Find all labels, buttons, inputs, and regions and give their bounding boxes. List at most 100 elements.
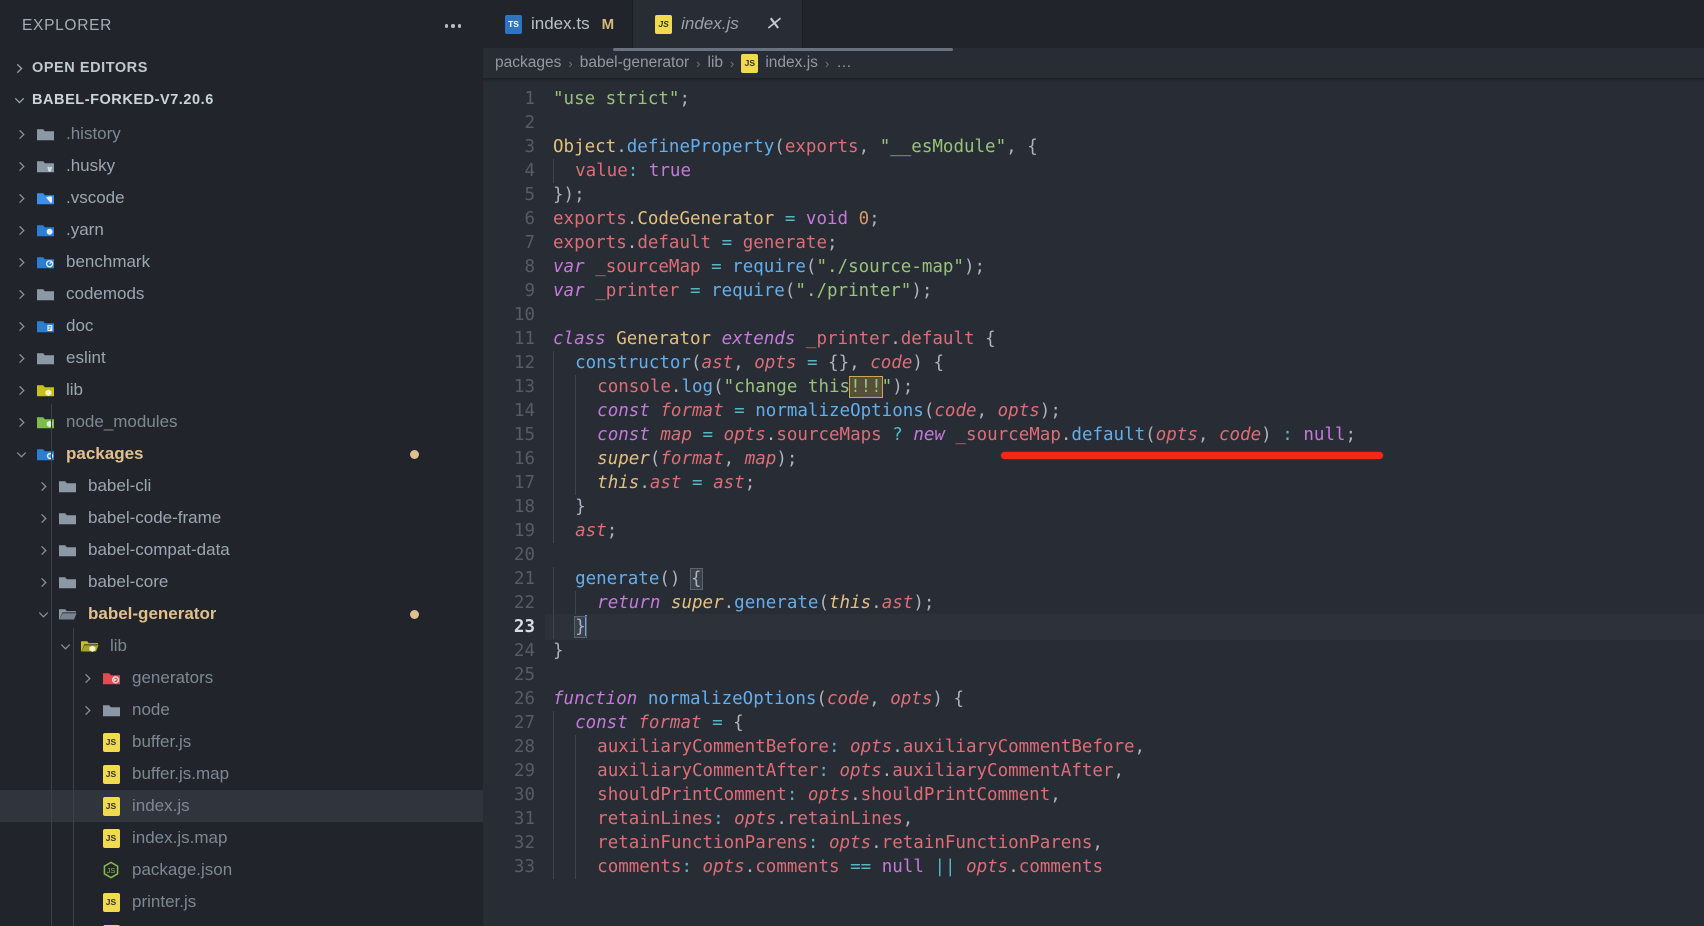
- token-punct: .: [881, 761, 893, 781]
- code-line[interactable]: return super.generate(this.ast);: [553, 591, 1704, 615]
- sidebar-section-workspace[interactable]: BABEL-FORKED-V7.20.6: [0, 84, 483, 116]
- tree-item-label: .history: [66, 124, 121, 143]
- line-number: 11: [513, 329, 535, 349]
- line-number: 16: [513, 449, 535, 469]
- code-line[interactable]: retainFunctionParens: opts.retainFunctio…: [553, 831, 1704, 855]
- tree-folder-doc[interactable]: doc: [0, 310, 483, 342]
- chevron-right-icon[interactable]: [10, 321, 32, 332]
- code-line[interactable]: const map = opts.sourceMaps ? new _sourc…: [553, 423, 1704, 447]
- chevron-down-icon[interactable]: [10, 449, 32, 460]
- ellipsis-icon[interactable]: [437, 18, 470, 34]
- sidebar-section-open-editors[interactable]: OPEN EDITORS: [0, 52, 483, 84]
- code-line[interactable]: class Generator extends _printer.default…: [553, 327, 1704, 351]
- token-function: constructor: [575, 353, 691, 373]
- code-content[interactable]: "use strict"; Object.defineProperty(expor…: [545, 78, 1704, 926]
- chevron-right-icon[interactable]: [10, 193, 32, 204]
- tree-folder-eslint[interactable]: eslint: [0, 342, 483, 374]
- code-line[interactable]: [553, 663, 1704, 687]
- breadcrumb-item-0[interactable]: packages: [495, 54, 561, 72]
- code-line[interactable]: console.log("change this!!!");: [553, 375, 1704, 399]
- chevron-right-icon[interactable]: [10, 417, 32, 428]
- line-number: 29: [513, 761, 535, 781]
- breadcrumb-item-2[interactable]: lib: [708, 54, 724, 72]
- chevron-right-icon[interactable]: [10, 289, 32, 300]
- code-line[interactable]: [553, 543, 1704, 567]
- code-line[interactable]: [553, 303, 1704, 327]
- tree-folder-babel-generator[interactable]: babel-generator: [0, 598, 483, 630]
- token-variable: ast: [701, 353, 734, 373]
- code-line[interactable]: [553, 111, 1704, 135]
- token-punct: ;: [923, 593, 935, 613]
- code-line[interactable]: auxiliaryCommentAfter: opts.auxiliaryCom…: [553, 759, 1704, 783]
- editor-scroll-indicator[interactable]: [613, 48, 953, 51]
- tree-folder-babel-cli[interactable]: babel-cli: [0, 470, 483, 502]
- tree-folder--history[interactable]: .history: [0, 118, 483, 150]
- code-line[interactable]: }: [553, 495, 1704, 519]
- token-punct: .: [1060, 425, 1072, 445]
- code-line[interactable]: function normalizeOptions(code, opts) {: [553, 687, 1704, 711]
- code-line[interactable]: Object.defineProperty(exports, "__esModu…: [553, 135, 1704, 159]
- tree-folder-codemods[interactable]: codemods: [0, 278, 483, 310]
- code-line[interactable]: shouldPrintComment: opts.shouldPrintComm…: [553, 783, 1704, 807]
- token-punct: {: [691, 569, 702, 589]
- code-line[interactable]: });: [553, 183, 1704, 207]
- chevron-right-icon[interactable]: [10, 225, 32, 236]
- tree-folder-node-modules[interactable]: node_modules: [0, 406, 483, 438]
- close-icon[interactable]: ✕: [762, 13, 784, 35]
- token-punct: .: [871, 593, 882, 613]
- code-line[interactable]: constructor(ast, opts = {}, code) {: [553, 351, 1704, 375]
- tree-folder--vscode[interactable]: .vscode: [0, 182, 483, 214]
- code-line[interactable]: const format = {: [553, 711, 1704, 735]
- chevron-right-icon[interactable]: [10, 129, 32, 140]
- breadcrumb-item-4[interactable]: …: [836, 54, 852, 72]
- line-number: 3: [524, 137, 535, 157]
- code-line[interactable]: generate() {: [553, 567, 1704, 591]
- jsmap-file-icon: JS: [98, 764, 124, 787]
- chevron-right-icon[interactable]: [10, 161, 32, 172]
- chevron-right-icon[interactable]: [10, 385, 32, 396]
- code-line[interactable]: auxiliaryCommentBefore: opts.auxiliaryCo…: [553, 735, 1704, 759]
- tree-folder-babel-compat-data[interactable]: babel-compat-data: [0, 534, 483, 566]
- code-line[interactable]: retainLines: opts.retainLines,: [553, 807, 1704, 831]
- code-line[interactable]: comments: opts.comments == null || opts.…: [553, 855, 1704, 879]
- token-punct: ;: [974, 257, 986, 277]
- code-line[interactable]: value: true: [553, 159, 1704, 183]
- editor-tab-bar: TS index.ts M JS index.js ✕: [483, 0, 1704, 48]
- code-line[interactable]: exports.default = generate;: [553, 231, 1704, 255]
- code-line[interactable]: exports.CodeGenerator = void 0;: [553, 207, 1704, 231]
- tree-item-label: benchmark: [66, 252, 151, 271]
- editor-tab-index-ts[interactable]: TS index.ts M: [483, 0, 634, 48]
- breadcrumb-item-1[interactable]: babel-generator: [580, 54, 689, 72]
- token-punct: ,: [1050, 785, 1061, 805]
- breadcrumb-item-3[interactable]: JS index.js: [741, 53, 818, 73]
- code-line[interactable]: "use strict";: [553, 87, 1704, 111]
- tree-folder-benchmark[interactable]: benchmark: [0, 246, 483, 278]
- tree-folder-babel-core[interactable]: babel-core: [0, 566, 483, 598]
- editor-tab-index-js[interactable]: JS index.js ✕: [633, 0, 803, 48]
- code-line[interactable]: }: [545, 615, 1704, 639]
- chevron-right-icon[interactable]: [76, 673, 98, 684]
- chevron-right-icon[interactable]: [10, 257, 32, 268]
- indent-guide: [553, 759, 575, 783]
- tree-folder--yarn[interactable]: .yarn: [0, 214, 483, 246]
- code-line[interactable]: var _sourceMap = require("./source-map")…: [553, 255, 1704, 279]
- tree-folder--husky[interactable]: .husky: [0, 150, 483, 182]
- token-punct: ): [563, 185, 575, 205]
- code-line[interactable]: var _printer = require("./printer");: [553, 279, 1704, 303]
- chevron-right-icon[interactable]: [10, 353, 32, 364]
- token-identifier: auxiliaryCommentAfter: [892, 761, 1114, 781]
- code-line[interactable]: ast;: [553, 519, 1704, 543]
- token-punct: {: [933, 353, 945, 373]
- tree-folder-lib[interactable]: lib: [0, 374, 483, 406]
- code-line[interactable]: super(format, map);: [553, 447, 1704, 471]
- indent-guide: [553, 399, 575, 423]
- token-punct: ): [776, 449, 787, 469]
- code-line[interactable]: }: [553, 639, 1704, 663]
- code-editor[interactable]: 1 2 3 4 5 6 7 8 9 10 11 12 13 14 15 16 17 18 19 20 21 22 23 24 2…: [483, 78, 1704, 926]
- tree-folder-babel-code-frame[interactable]: babel-code-frame: [0, 502, 483, 534]
- page-title: EXPLORER: [22, 17, 113, 34]
- code-line[interactable]: const format = normalizeOptions(code, op…: [553, 399, 1704, 423]
- tree-folder-packages[interactable]: packages: [0, 438, 483, 470]
- code-line[interactable]: this.ast = ast;: [553, 471, 1704, 495]
- chevron-right-icon[interactable]: [76, 705, 98, 716]
